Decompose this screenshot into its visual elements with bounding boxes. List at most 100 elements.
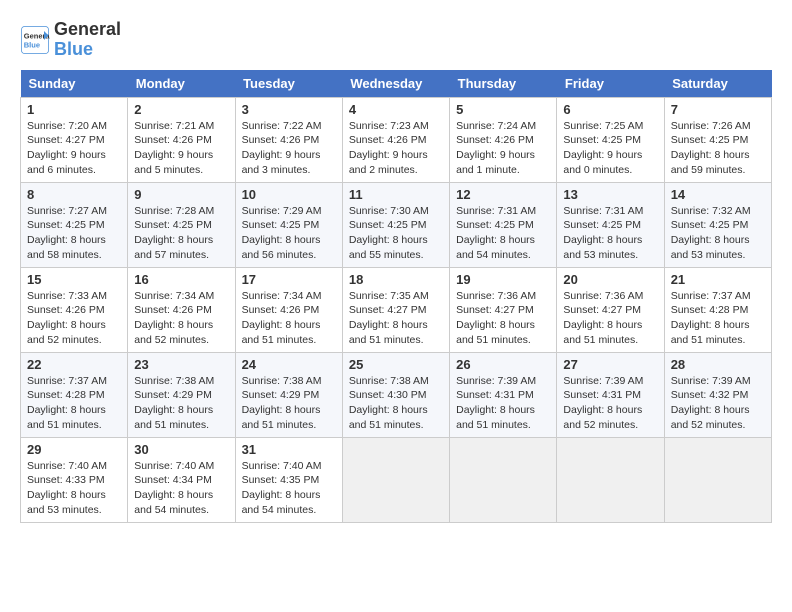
day-info: Sunrise: 7:40 AM Sunset: 4:33 PM Dayligh… (27, 459, 121, 518)
weekday-header-row: SundayMondayTuesdayWednesdayThursdayFrid… (21, 70, 772, 98)
calendar-cell: 16 Sunrise: 7:34 AM Sunset: 4:26 PM Dayl… (128, 267, 235, 352)
day-number: 14 (671, 187, 765, 202)
day-info: Sunrise: 7:38 AM Sunset: 4:29 PM Dayligh… (134, 374, 228, 433)
day-number: 9 (134, 187, 228, 202)
calendar-cell: 28 Sunrise: 7:39 AM Sunset: 4:32 PM Dayl… (664, 352, 771, 437)
weekday-header: Sunday (21, 70, 128, 98)
weekday-header: Wednesday (342, 70, 449, 98)
day-info: Sunrise: 7:39 AM Sunset: 4:31 PM Dayligh… (456, 374, 550, 433)
calendar-cell: 7 Sunrise: 7:26 AM Sunset: 4:25 PM Dayli… (664, 97, 771, 182)
header: General Blue General Blue (20, 20, 772, 60)
day-number: 12 (456, 187, 550, 202)
calendar-cell (664, 437, 771, 522)
calendar-cell: 23 Sunrise: 7:38 AM Sunset: 4:29 PM Dayl… (128, 352, 235, 437)
day-info: Sunrise: 7:34 AM Sunset: 4:26 PM Dayligh… (134, 289, 228, 348)
calendar-cell: 18 Sunrise: 7:35 AM Sunset: 4:27 PM Dayl… (342, 267, 449, 352)
calendar-cell: 3 Sunrise: 7:22 AM Sunset: 4:26 PM Dayli… (235, 97, 342, 182)
day-info: Sunrise: 7:32 AM Sunset: 4:25 PM Dayligh… (671, 204, 765, 263)
calendar-cell: 27 Sunrise: 7:39 AM Sunset: 4:31 PM Dayl… (557, 352, 664, 437)
day-number: 5 (456, 102, 550, 117)
day-number: 22 (27, 357, 121, 372)
day-number: 30 (134, 442, 228, 457)
day-info: Sunrise: 7:31 AM Sunset: 4:25 PM Dayligh… (563, 204, 657, 263)
day-info: Sunrise: 7:38 AM Sunset: 4:29 PM Dayligh… (242, 374, 336, 433)
day-number: 20 (563, 272, 657, 287)
calendar: SundayMondayTuesdayWednesdayThursdayFrid… (20, 70, 772, 523)
calendar-cell: 25 Sunrise: 7:38 AM Sunset: 4:30 PM Dayl… (342, 352, 449, 437)
day-number: 24 (242, 357, 336, 372)
calendar-cell: 30 Sunrise: 7:40 AM Sunset: 4:34 PM Dayl… (128, 437, 235, 522)
calendar-cell: 9 Sunrise: 7:28 AM Sunset: 4:25 PM Dayli… (128, 182, 235, 267)
day-number: 15 (27, 272, 121, 287)
day-info: Sunrise: 7:26 AM Sunset: 4:25 PM Dayligh… (671, 119, 765, 178)
weekday-header: Thursday (450, 70, 557, 98)
day-number: 23 (134, 357, 228, 372)
day-number: 10 (242, 187, 336, 202)
logo-icon: General Blue (20, 25, 50, 55)
calendar-cell: 21 Sunrise: 7:37 AM Sunset: 4:28 PM Dayl… (664, 267, 771, 352)
day-info: Sunrise: 7:33 AM Sunset: 4:26 PM Dayligh… (27, 289, 121, 348)
day-info: Sunrise: 7:29 AM Sunset: 4:25 PM Dayligh… (242, 204, 336, 263)
calendar-cell: 13 Sunrise: 7:31 AM Sunset: 4:25 PM Dayl… (557, 182, 664, 267)
calendar-cell: 4 Sunrise: 7:23 AM Sunset: 4:26 PM Dayli… (342, 97, 449, 182)
week-row: 1 Sunrise: 7:20 AM Sunset: 4:27 PM Dayli… (21, 97, 772, 182)
calendar-cell: 19 Sunrise: 7:36 AM Sunset: 4:27 PM Dayl… (450, 267, 557, 352)
day-number: 18 (349, 272, 443, 287)
week-row: 15 Sunrise: 7:33 AM Sunset: 4:26 PM Dayl… (21, 267, 772, 352)
day-info: Sunrise: 7:40 AM Sunset: 4:34 PM Dayligh… (134, 459, 228, 518)
day-info: Sunrise: 7:30 AM Sunset: 4:25 PM Dayligh… (349, 204, 443, 263)
svg-text:Blue: Blue (24, 40, 40, 49)
day-number: 13 (563, 187, 657, 202)
day-number: 21 (671, 272, 765, 287)
weekday-header: Saturday (664, 70, 771, 98)
day-number: 11 (349, 187, 443, 202)
day-number: 29 (27, 442, 121, 457)
day-number: 25 (349, 357, 443, 372)
day-info: Sunrise: 7:37 AM Sunset: 4:28 PM Dayligh… (671, 289, 765, 348)
logo: General Blue General Blue (20, 20, 121, 60)
calendar-cell: 1 Sunrise: 7:20 AM Sunset: 4:27 PM Dayli… (21, 97, 128, 182)
calendar-cell: 24 Sunrise: 7:38 AM Sunset: 4:29 PM Dayl… (235, 352, 342, 437)
week-row: 22 Sunrise: 7:37 AM Sunset: 4:28 PM Dayl… (21, 352, 772, 437)
day-info: Sunrise: 7:39 AM Sunset: 4:32 PM Dayligh… (671, 374, 765, 433)
calendar-cell: 12 Sunrise: 7:31 AM Sunset: 4:25 PM Dayl… (450, 182, 557, 267)
calendar-cell: 5 Sunrise: 7:24 AM Sunset: 4:26 PM Dayli… (450, 97, 557, 182)
calendar-cell: 20 Sunrise: 7:36 AM Sunset: 4:27 PM Dayl… (557, 267, 664, 352)
day-info: Sunrise: 7:27 AM Sunset: 4:25 PM Dayligh… (27, 204, 121, 263)
day-number: 27 (563, 357, 657, 372)
calendar-cell: 8 Sunrise: 7:27 AM Sunset: 4:25 PM Dayli… (21, 182, 128, 267)
day-number: 16 (134, 272, 228, 287)
day-info: Sunrise: 7:23 AM Sunset: 4:26 PM Dayligh… (349, 119, 443, 178)
day-info: Sunrise: 7:38 AM Sunset: 4:30 PM Dayligh… (349, 374, 443, 433)
logo-text: General Blue (54, 20, 121, 60)
day-number: 1 (27, 102, 121, 117)
day-number: 19 (456, 272, 550, 287)
calendar-cell: 6 Sunrise: 7:25 AM Sunset: 4:25 PM Dayli… (557, 97, 664, 182)
day-info: Sunrise: 7:40 AM Sunset: 4:35 PM Dayligh… (242, 459, 336, 518)
calendar-cell: 2 Sunrise: 7:21 AM Sunset: 4:26 PM Dayli… (128, 97, 235, 182)
day-info: Sunrise: 7:37 AM Sunset: 4:28 PM Dayligh… (27, 374, 121, 433)
day-info: Sunrise: 7:39 AM Sunset: 4:31 PM Dayligh… (563, 374, 657, 433)
day-number: 8 (27, 187, 121, 202)
calendar-cell: 11 Sunrise: 7:30 AM Sunset: 4:25 PM Dayl… (342, 182, 449, 267)
day-info: Sunrise: 7:31 AM Sunset: 4:25 PM Dayligh… (456, 204, 550, 263)
day-info: Sunrise: 7:35 AM Sunset: 4:27 PM Dayligh… (349, 289, 443, 348)
day-info: Sunrise: 7:21 AM Sunset: 4:26 PM Dayligh… (134, 119, 228, 178)
calendar-cell: 31 Sunrise: 7:40 AM Sunset: 4:35 PM Dayl… (235, 437, 342, 522)
day-info: Sunrise: 7:34 AM Sunset: 4:26 PM Dayligh… (242, 289, 336, 348)
week-row: 29 Sunrise: 7:40 AM Sunset: 4:33 PM Dayl… (21, 437, 772, 522)
weekday-header: Monday (128, 70, 235, 98)
day-number: 4 (349, 102, 443, 117)
day-info: Sunrise: 7:25 AM Sunset: 4:25 PM Dayligh… (563, 119, 657, 178)
day-number: 31 (242, 442, 336, 457)
weekday-header: Friday (557, 70, 664, 98)
day-info: Sunrise: 7:36 AM Sunset: 4:27 PM Dayligh… (563, 289, 657, 348)
day-number: 2 (134, 102, 228, 117)
day-number: 6 (563, 102, 657, 117)
calendar-cell (557, 437, 664, 522)
day-number: 17 (242, 272, 336, 287)
calendar-cell: 14 Sunrise: 7:32 AM Sunset: 4:25 PM Dayl… (664, 182, 771, 267)
day-info: Sunrise: 7:20 AM Sunset: 4:27 PM Dayligh… (27, 119, 121, 178)
day-number: 26 (456, 357, 550, 372)
day-info: Sunrise: 7:22 AM Sunset: 4:26 PM Dayligh… (242, 119, 336, 178)
